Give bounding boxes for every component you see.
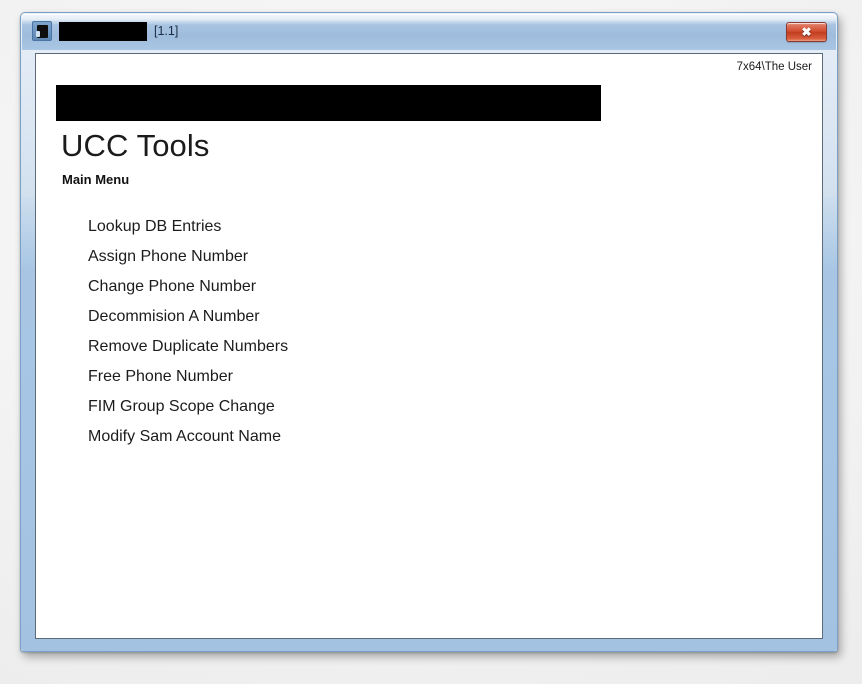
menu-item-label[interactable]: Assign Phone Number xyxy=(88,248,248,265)
menu-item-label[interactable]: FIM Group Scope Change xyxy=(88,398,275,415)
application-icon[interactable] xyxy=(32,21,52,41)
menu-item-label[interactable]: Decommision A Number xyxy=(88,308,260,325)
close-icon: ✖ xyxy=(801,26,811,38)
client-area: 7x64\The User UCC Tools Main Menu Lookup… xyxy=(35,53,823,639)
menu-item[interactable]: FIM Group Scope Change xyxy=(88,392,812,422)
menu-item-label[interactable]: Lookup DB Entries xyxy=(88,218,221,235)
menu-item[interactable]: Lookup DB Entries xyxy=(88,212,812,242)
application-window: [1.1] ✖ 7x64\The User UCC Tools Main Men… xyxy=(20,12,838,652)
menu-item[interactable]: Change Phone Number xyxy=(88,272,812,302)
page-title: UCC Tools xyxy=(61,126,209,166)
header-banner-redaction xyxy=(56,85,601,121)
window-title-redaction xyxy=(59,22,147,41)
menu-item[interactable]: Free Phone Number xyxy=(88,362,812,392)
menu-item-label[interactable]: Change Phone Number xyxy=(88,278,256,295)
menu-item[interactable]: Decommision A Number xyxy=(88,302,812,332)
menu-item[interactable]: Assign Phone Number xyxy=(88,242,812,272)
title-bar-left-group: [1.1] xyxy=(32,20,178,42)
menu-item-label[interactable]: Free Phone Number xyxy=(88,368,233,385)
main-menu-list: Lookup DB Entries Assign Phone Number Ch… xyxy=(88,212,812,452)
current-user-label: 7x64\The User xyxy=(737,61,812,73)
title-bar[interactable]: [1.1] ✖ xyxy=(22,14,836,50)
menu-item-label[interactable]: Modify Sam Account Name xyxy=(88,428,281,445)
window-title-version: [1.1] xyxy=(154,22,178,41)
menu-item[interactable]: Modify Sam Account Name xyxy=(88,422,812,452)
close-button[interactable]: ✖ xyxy=(786,22,827,42)
menu-item[interactable]: Remove Duplicate Numbers xyxy=(88,332,812,362)
section-label: Main Menu xyxy=(62,172,129,187)
menu-item-label[interactable]: Remove Duplicate Numbers xyxy=(88,338,288,355)
